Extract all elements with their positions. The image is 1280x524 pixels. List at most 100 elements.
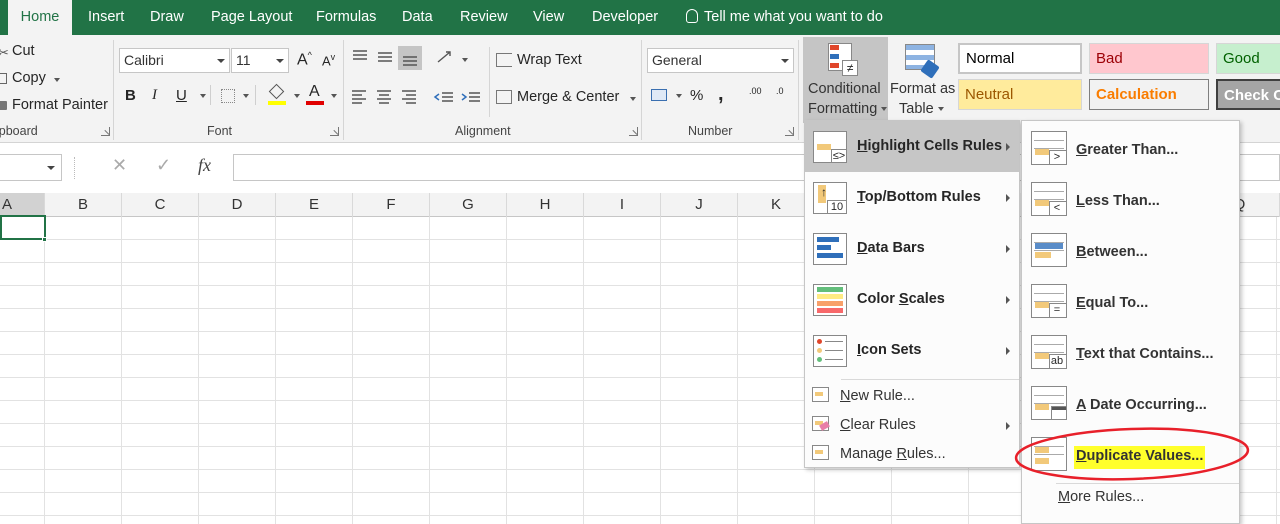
menu-item-text-that-contains[interactable]: ab Text that Contains... <box>1022 328 1239 379</box>
column-header-i[interactable]: I <box>584 193 661 217</box>
menu-item-between[interactable]: Between... <box>1022 226 1239 277</box>
clipboard-group-label: ipboard <box>0 124 38 138</box>
orientation-dropdown-icon[interactable] <box>462 58 468 62</box>
menu-item-icon-sets[interactable]: Icon Sets <box>805 325 1019 376</box>
cell-style-normal[interactable]: Normal <box>958 43 1082 74</box>
fill-color-button[interactable] <box>268 83 286 105</box>
fill-handle[interactable] <box>42 237 47 242</box>
fill-color-dropdown-icon[interactable] <box>294 94 300 98</box>
greater-than-icon: > <box>1031 131 1067 165</box>
menu-item-manage-rules[interactable]: Manage Rules... <box>805 441 1019 469</box>
conditional-formatting-button[interactable]: ≠ Conditional Formatting <box>803 37 888 123</box>
cell-style-good[interactable]: Good <box>1216 43 1280 74</box>
borders-dropdown-icon[interactable] <box>243 94 249 98</box>
column-header-h[interactable]: H <box>507 193 584 217</box>
increase-indent-icon[interactable] <box>460 87 482 107</box>
menu-label-accel: A <box>1076 397 1086 413</box>
merge-center-button[interactable]: Merge & Center <box>496 87 636 109</box>
decrease-decimal-button[interactable]: .0 <box>776 87 784 96</box>
menu-item-a-date-occurring[interactable]: A Date Occurring... <box>1022 379 1239 430</box>
enter-icon[interactable]: ✓ <box>156 155 171 176</box>
column-header-b[interactable]: B <box>45 193 122 217</box>
menu-item-more-rules[interactable]: More Rules... <box>1022 485 1239 513</box>
number-format-combobox[interactable]: General <box>647 48 794 73</box>
column-header-c[interactable]: C <box>122 193 199 217</box>
align-center-icon[interactable] <box>375 87 395 107</box>
underline-dropdown-icon[interactable] <box>200 94 206 98</box>
menu-item-top-bottom-rules[interactable]: ↑ 10 Top/Bottom Rules <box>805 172 1019 223</box>
paint-bucket-icon <box>268 83 285 100</box>
menu-label-post: con Sets <box>861 342 922 358</box>
clipboard-dialog-launcher[interactable] <box>101 127 110 136</box>
align-left-icon[interactable] <box>350 87 370 107</box>
align-right-icon[interactable] <box>400 87 420 107</box>
column-header-j[interactable]: J <box>661 193 738 217</box>
menu-item-greater-than[interactable]: > Greater Than... <box>1022 124 1239 175</box>
tab-data[interactable]: Data <box>402 0 433 35</box>
format-painter-button[interactable]: Format Painter <box>0 97 110 117</box>
menu-item-equal-to[interactable]: = Equal To... <box>1022 277 1239 328</box>
active-cell-a1[interactable] <box>0 215 46 240</box>
cancel-icon[interactable]: ✕ <box>112 155 127 176</box>
font-dialog-launcher[interactable] <box>330 127 339 136</box>
tab-view[interactable]: View <box>533 0 564 35</box>
column-header-a[interactable]: A <box>0 193 45 217</box>
tell-me-search[interactable]: Tell me what you want to do <box>686 0 883 35</box>
format-as-table-button[interactable]: Format as Table <box>889 37 955 123</box>
grow-font-button[interactable]: A^ <box>297 50 312 69</box>
increase-decimal-button[interactable]: .00 <box>749 87 762 96</box>
grow-font-icon: A <box>297 51 308 69</box>
toolbar-divider <box>489 47 490 117</box>
column-header-f[interactable]: F <box>353 193 430 217</box>
cell-style-check-c[interactable]: Check C <box>1216 79 1280 110</box>
font-color-dropdown-icon[interactable] <box>331 94 337 98</box>
toolbar-divider <box>210 85 211 105</box>
accounting-format-icon[interactable] <box>650 87 670 107</box>
underline-button[interactable]: U <box>176 87 187 104</box>
tab-page-layout[interactable]: Page Layout <box>211 0 292 35</box>
comma-style-button[interactable]: , <box>718 83 724 106</box>
cell-style-calculation[interactable]: Calculation <box>1089 79 1209 110</box>
decrease-indent-icon[interactable] <box>433 87 455 107</box>
group-divider <box>343 40 344 140</box>
tab-developer[interactable]: Developer <box>592 0 658 35</box>
shrink-font-button[interactable]: Av <box>322 52 335 68</box>
tab-draw[interactable]: Draw <box>150 0 184 35</box>
menu-item-highlight-cells-rules[interactable]: ≤> Highlight Cells Rules <box>805 121 1019 172</box>
align-top-icon[interactable] <box>350 47 370 67</box>
name-box[interactable] <box>0 154 62 181</box>
borders-icon[interactable] <box>221 89 235 103</box>
accounting-dropdown-icon[interactable] <box>676 94 682 98</box>
menu-item-clear-rules[interactable]: Clear Rules <box>805 412 1019 440</box>
align-middle-icon[interactable] <box>375 47 395 67</box>
chevron-down-icon <box>630 97 636 101</box>
menu-item-data-bars[interactable]: Data Bars <box>805 223 1019 274</box>
tab-formulas[interactable]: Formulas <box>316 0 376 35</box>
menu-item-less-than[interactable]: < Less Than... <box>1022 175 1239 226</box>
orientation-icon[interactable] <box>435 47 455 67</box>
percent-style-button[interactable]: % <box>690 87 703 104</box>
menu-item-new-rule[interactable]: New Rule... <box>805 383 1019 411</box>
align-bottom-icon[interactable] <box>398 46 422 70</box>
cell-style-bad[interactable]: Bad <box>1089 43 1209 74</box>
cell-style-neutral[interactable]: Neutral <box>958 79 1082 110</box>
column-header-e[interactable]: E <box>276 193 353 217</box>
font-size-combobox[interactable]: 11 <box>231 48 289 73</box>
copy-button[interactable]: Copy <box>0 70 70 90</box>
highlight-cells-rules-icon: ≤> <box>813 131 847 163</box>
tab-home[interactable]: Home <box>8 0 72 36</box>
font-size-value: 11 <box>236 52 251 68</box>
alignment-dialog-launcher[interactable] <box>629 127 638 136</box>
number-dialog-launcher[interactable] <box>785 127 794 136</box>
column-header-d[interactable]: D <box>199 193 276 217</box>
font-name-combobox[interactable]: Calibri <box>119 48 230 73</box>
italic-button[interactable]: I <box>152 87 157 104</box>
insert-function-icon[interactable]: fx <box>198 155 211 176</box>
font-color-button[interactable]: A <box>306 83 324 105</box>
bold-button[interactable]: B <box>125 87 136 104</box>
between-icon <box>1031 233 1067 267</box>
column-header-g[interactable]: G <box>430 193 507 217</box>
menu-item-color-scales[interactable]: Color Scales <box>805 274 1019 325</box>
tab-insert[interactable]: Insert <box>88 0 124 35</box>
tab-review[interactable]: Review <box>460 0 508 35</box>
